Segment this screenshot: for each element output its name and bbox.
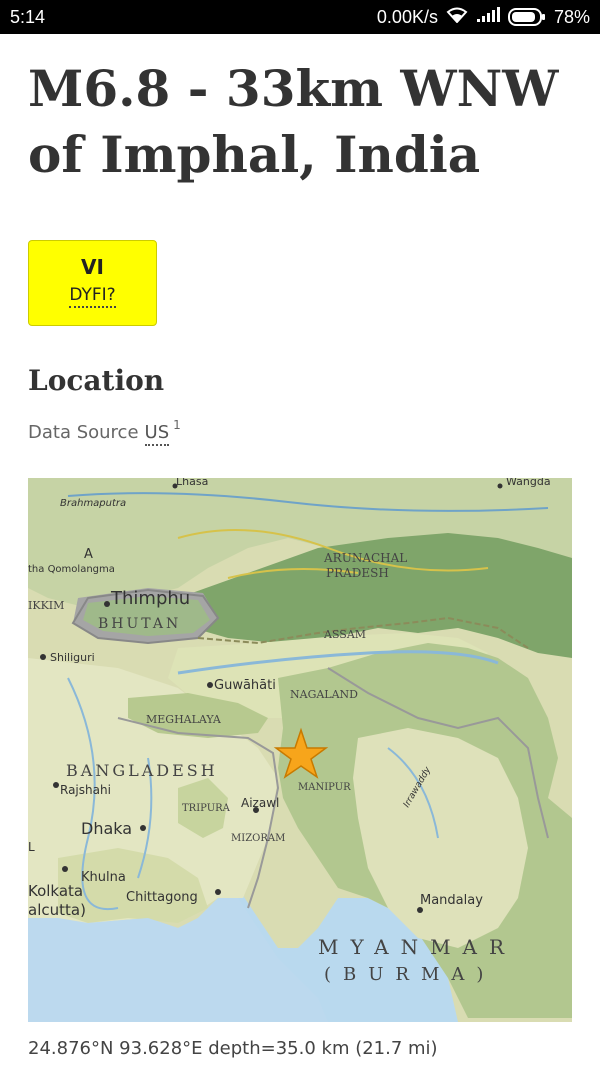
location-heading: Location (28, 364, 165, 397)
map-label-guwahati: Guwāhāti (214, 678, 276, 693)
page-title: M6.8 - 33km WNW of Imphal, India (28, 59, 559, 184)
map-label-pradesh: PRADESH (326, 566, 389, 580)
map-label-brahmaputra: Brahmaputra (60, 498, 126, 509)
location-map[interactable]: Lhasa Wangda Brahmaputra A tha Qomolangm… (28, 478, 572, 1022)
map-label-a: A (84, 547, 93, 562)
data-source-link[interactable]: US (144, 422, 170, 446)
map-canvas: Lhasa Wangda Brahmaputra A tha Qomolangm… (28, 478, 572, 1022)
map-label-l: L (28, 840, 35, 854)
map-label-burma: (BURMA) (324, 964, 495, 985)
map-label-manipur: MANIPUR (298, 782, 351, 793)
network-speed: 0.00K/s (376, 6, 438, 27)
map-label-sikkim: IKKIM (28, 599, 64, 612)
map-label-thimphu: Thimphu (110, 588, 190, 609)
map-label-shiliguri: Shiliguri (50, 651, 95, 664)
dyfi-link[interactable]: DYFI? (69, 285, 116, 308)
battery-percent: 78% (553, 6, 590, 27)
map-label-rajshahi: Rajshahi (60, 783, 111, 797)
map-label-meghalaya: MEGHALAYA (146, 713, 222, 726)
signal-icon (476, 6, 500, 28)
map-label-khulna: Khulna (81, 870, 126, 885)
coordinates-text: 24.876°N 93.628°E depth=35.0 km (21.7 mi… (28, 1038, 438, 1059)
status-right: 0.00K/s 78% (376, 6, 590, 28)
map-label-bangladesh: BANGLADESH (66, 761, 218, 780)
map-label-bhutan: BHUTAN (98, 616, 181, 632)
intensity-badge[interactable]: VI DYFI? (28, 240, 157, 326)
map-label-assam: ASSAM (323, 628, 366, 641)
map-label-wangda: Wangda (506, 478, 551, 488)
map-label-aizawl: Aizawl (241, 796, 279, 810)
wifi-icon (446, 7, 468, 28)
data-source-label: Data Source (28, 422, 139, 443)
intensity-value: VI (81, 255, 104, 279)
map-label-mandalay: Mandalay (420, 893, 483, 908)
map-label-dhaka: Dhaka (81, 819, 132, 838)
data-source: Data Source US 1 (28, 418, 181, 446)
map-label-kolkata: Kolkata (28, 882, 83, 900)
map-label-tripura: TRIPURA (182, 803, 231, 814)
map-label-myanmar: MYANMAR (318, 935, 516, 959)
data-source-footnote[interactable]: 1 (173, 418, 181, 432)
status-bar: 5:14 0.00K/s 78% (0, 0, 600, 34)
map-label-arunachal: ARUNACHAL (323, 551, 407, 565)
status-time: 5:14 (10, 6, 46, 27)
map-label-calcutta: alcutta) (28, 901, 86, 919)
battery-icon (507, 8, 546, 26)
map-label-lhasa: Lhasa (176, 478, 208, 488)
map-label-qomolangma: tha Qomolangma (28, 564, 115, 575)
map-label-nagaland: NAGALAND (290, 688, 358, 701)
map-label-chittagong: Chittagong (126, 890, 198, 905)
map-label-mizoram: MIZORAM (231, 833, 285, 844)
